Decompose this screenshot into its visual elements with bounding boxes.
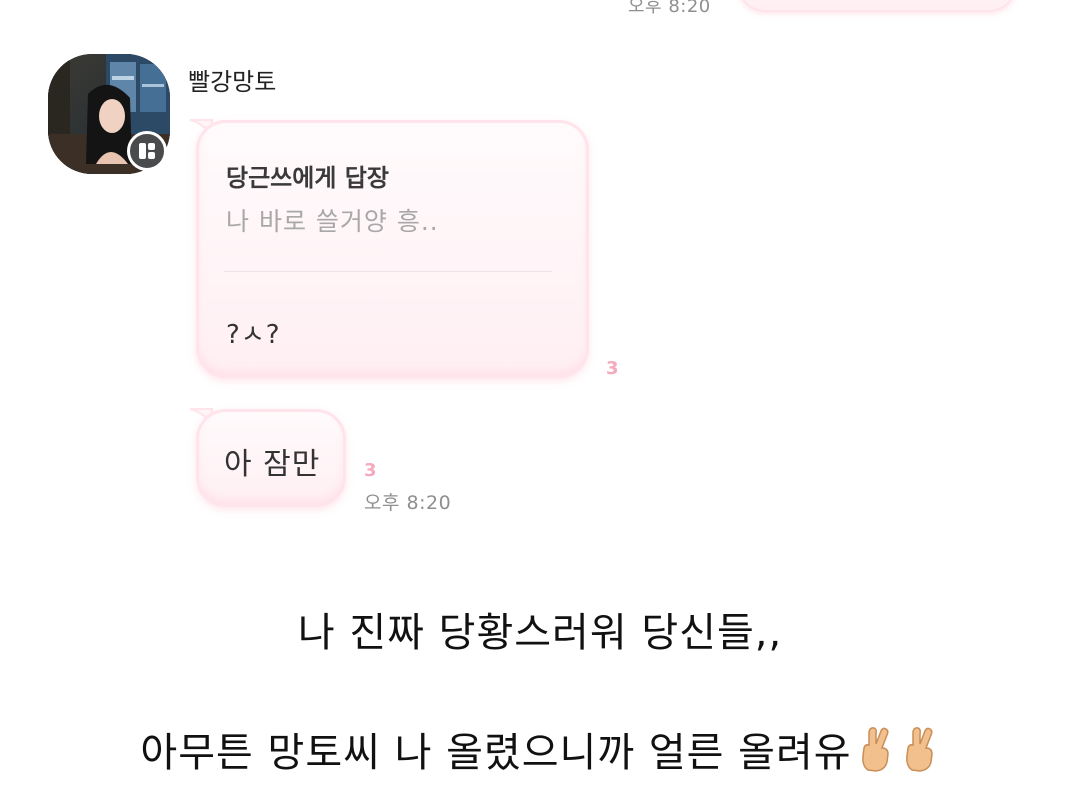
reply-header: 당근쓰에게 답장 bbox=[226, 164, 389, 192]
message-bubble[interactable]: 아 잠만 bbox=[196, 409, 346, 507]
victory-hand-icon bbox=[856, 726, 896, 782]
reply-message-bubble[interactable]: 당근쓰에게 답장 나 바로 쓸거양 흥.. ?ㅅ? bbox=[196, 120, 589, 378]
profile-badge-icon bbox=[127, 131, 167, 171]
caption-line-1: 나 진짜 당황스러워 당신들,, bbox=[297, 610, 783, 656]
top-message-timestamp: 오후 8:20 bbox=[628, 0, 711, 17]
caption-line-2: 아무튼 망토씨 나 올렸으니까 얼른 올려유 bbox=[0, 720, 1080, 782]
reply-quoted-text[interactable]: 나 바로 쓸거양 흥.. bbox=[226, 202, 439, 238]
reply-divider bbox=[224, 271, 552, 272]
message-text: 아 잠만 bbox=[224, 447, 321, 482]
message-text: ?ㅅ? bbox=[226, 320, 281, 350]
sender-name: 빨강망토 bbox=[188, 68, 277, 96]
victory-hand-icon bbox=[900, 726, 940, 782]
top-message-bubble[interactable] bbox=[737, 0, 1017, 12]
caption-line-2-text: 아무튼 망토씨 나 올렸으니까 얼른 올려유 bbox=[140, 730, 852, 776]
unread-count: 3 bbox=[364, 460, 377, 481]
unread-count: 3 bbox=[606, 358, 619, 379]
message-timestamp: 오후 8:20 bbox=[364, 492, 452, 514]
